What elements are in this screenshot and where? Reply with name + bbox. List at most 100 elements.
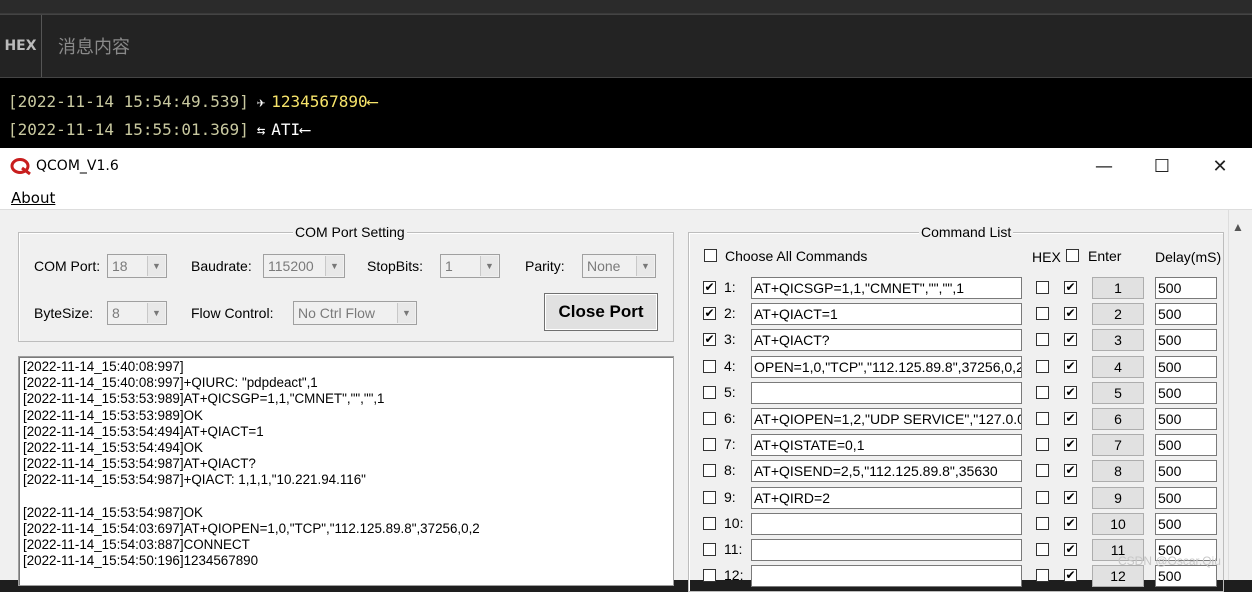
command-input[interactable]: AT+QIACT? [751, 329, 1022, 352]
hex-checkbox[interactable] [1036, 333, 1049, 347]
enter-checkbox[interactable]: ✔ [1064, 359, 1077, 373]
enter-checkbox[interactable]: ✔ [1064, 464, 1077, 478]
flow-control-label: Flow Control: [191, 305, 274, 321]
hex-checkbox[interactable] [1036, 281, 1049, 294]
command-input[interactable]: AT+QIRD=2 [751, 486, 1022, 509]
send-command-button[interactable]: 1 [1092, 277, 1144, 299]
minimize-button[interactable]: — [1076, 148, 1132, 186]
hex-toggle[interactable]: HEX [0, 15, 42, 77]
baudrate-select[interactable]: 115200 ▼ [263, 254, 345, 278]
watermark: CSDN @Oscar.Qiu [1118, 554, 1221, 568]
hex-checkbox[interactable] [1036, 543, 1049, 556]
hex-checkbox[interactable] [1036, 490, 1049, 504]
command-select-checkbox[interactable] [703, 464, 716, 478]
command-input[interactable]: AT+QIOPEN=1,2,"UDP SERVICE","127.0.0 [751, 408, 1022, 430]
hex-checkbox[interactable] [1036, 516, 1049, 530]
command-input[interactable] [751, 565, 1022, 588]
send-command-button[interactable]: 8 [1092, 460, 1144, 483]
enter-checkbox[interactable]: ✔ [1064, 569, 1077, 583]
send-command-button[interactable]: 4 [1092, 355, 1144, 378]
bytesize-select[interactable]: 8 ▼ [107, 301, 167, 325]
receive-line: [2022-11-14_15:54:50:196]1234567890 [23, 553, 259, 569]
enter-checkbox[interactable]: ✔ [1064, 438, 1077, 452]
delay-input[interactable]: 500 [1155, 408, 1217, 430]
enter-checkbox[interactable]: ✔ [1064, 516, 1077, 530]
send-command-button[interactable]: 7 [1092, 434, 1144, 457]
command-input[interactable]: AT+QIACT=1 [751, 303, 1022, 326]
delay-input[interactable]: 500 [1155, 486, 1217, 509]
chevron-down-icon: ▼ [636, 256, 654, 276]
command-select-checkbox[interactable] [703, 516, 716, 530]
enter-header: Enter [1088, 248, 1122, 264]
hex-checkbox[interactable] [1036, 385, 1049, 399]
delay-input[interactable]: 500 [1155, 355, 1217, 378]
choose-all-checkbox[interactable] [704, 249, 717, 262]
send-command-button[interactable]: 5 [1092, 381, 1144, 404]
enter-all-checkbox[interactable] [1066, 249, 1079, 262]
com-port-label: COM Port: [34, 258, 101, 274]
delay-input[interactable]: 500 [1155, 277, 1217, 299]
close-port-button[interactable]: Close Port [544, 293, 658, 331]
command-select-checkbox[interactable]: ✔ [703, 281, 716, 294]
command-select-checkbox[interactable]: ✔ [703, 307, 716, 321]
baudrate-value: 115200 [268, 258, 314, 274]
hex-checkbox[interactable] [1036, 464, 1049, 478]
scrollbar[interactable] [1228, 210, 1252, 580]
message-input[interactable]: 消息内容 [58, 33, 130, 59]
send-command-button[interactable]: 6 [1092, 408, 1144, 430]
command-input[interactable]: OPEN=1,0,"TCP","112.125.89.8",37256,0,2 [751, 355, 1022, 378]
enter-checkbox[interactable]: ✔ [1064, 307, 1077, 321]
command-input[interactable] [751, 381, 1022, 404]
hex-checkbox[interactable] [1036, 359, 1049, 373]
enter-checkbox[interactable]: ✔ [1064, 412, 1077, 425]
command-select-checkbox[interactable]: ✔ [703, 333, 716, 347]
hex-checkbox[interactable] [1036, 307, 1049, 321]
command-select-checkbox[interactable] [703, 438, 716, 452]
enter-checkbox[interactable]: ✔ [1064, 543, 1077, 556]
receive-line: [2022-11-14_15:40:08:997]+QIURC: "pdpdea… [23, 375, 318, 391]
hex-checkbox[interactable] [1036, 569, 1049, 583]
send-command-button[interactable]: 10 [1092, 512, 1144, 535]
delay-input[interactable]: 500 [1155, 460, 1217, 483]
command-input[interactable] [751, 539, 1022, 561]
send-command-button[interactable]: 3 [1092, 329, 1144, 352]
delay-input[interactable]: 500 [1155, 303, 1217, 326]
delay-input[interactable]: 500 [1155, 381, 1217, 404]
command-input[interactable]: AT+QISTATE=0,1 [751, 434, 1022, 457]
hex-checkbox[interactable] [1036, 412, 1049, 425]
enter-checkbox[interactable]: ✔ [1064, 281, 1077, 294]
command-input[interactable]: AT+QICSGP=1,1,"CMNET","","",1 [751, 277, 1022, 299]
enter-checkbox[interactable]: ✔ [1064, 490, 1077, 504]
enter-checkbox[interactable]: ✔ [1064, 385, 1077, 399]
command-select-checkbox[interactable] [703, 543, 716, 556]
com-port-select[interactable]: 18 ▼ [107, 254, 167, 278]
delay-input[interactable]: 500 [1155, 512, 1217, 535]
command-select-checkbox[interactable] [703, 569, 716, 583]
stopbits-select[interactable]: 1 ▼ [440, 254, 500, 278]
delay-input[interactable]: 500 [1155, 565, 1217, 588]
send-command-button[interactable]: 2 [1092, 303, 1144, 326]
command-select-checkbox[interactable] [703, 359, 716, 373]
hex-checkbox[interactable] [1036, 438, 1049, 452]
delay-input[interactable]: 500 [1155, 329, 1217, 352]
send-command-button[interactable]: 12 [1092, 565, 1144, 588]
parity-select[interactable]: None ▼ [582, 254, 656, 278]
top-strip [0, 0, 1252, 14]
flow-control-select[interactable]: No Ctrl Flow ▼ [293, 301, 417, 325]
command-input[interactable] [751, 512, 1022, 535]
receive-textarea[interactable]: [2022-11-14_15:40:08:997] [2022-11-14_15:… [18, 356, 674, 586]
command-select-checkbox[interactable] [703, 412, 716, 425]
close-button[interactable]: ✕ [1192, 148, 1248, 186]
command-number: 8: [724, 462, 736, 479]
command-input[interactable]: AT+QISEND=2,5,"112.125.89.8",35630 [751, 460, 1022, 483]
enter-checkbox[interactable]: ✔ [1064, 333, 1077, 347]
group-title: Command List [919, 224, 1014, 240]
maximize-button[interactable]: ☐ [1134, 148, 1190, 186]
menu-about[interactable]: About [11, 189, 55, 207]
delay-input[interactable]: 500 [1155, 434, 1217, 457]
send-command-button[interactable]: 9 [1092, 486, 1144, 509]
scroll-up-icon[interactable]: ▲ [1232, 220, 1244, 234]
command-select-checkbox[interactable] [703, 385, 716, 399]
command-select-checkbox[interactable] [703, 490, 716, 504]
log-line: [2022-11-14 15:54:49.539] ✈ 1234567890⟵ [8, 92, 377, 111]
